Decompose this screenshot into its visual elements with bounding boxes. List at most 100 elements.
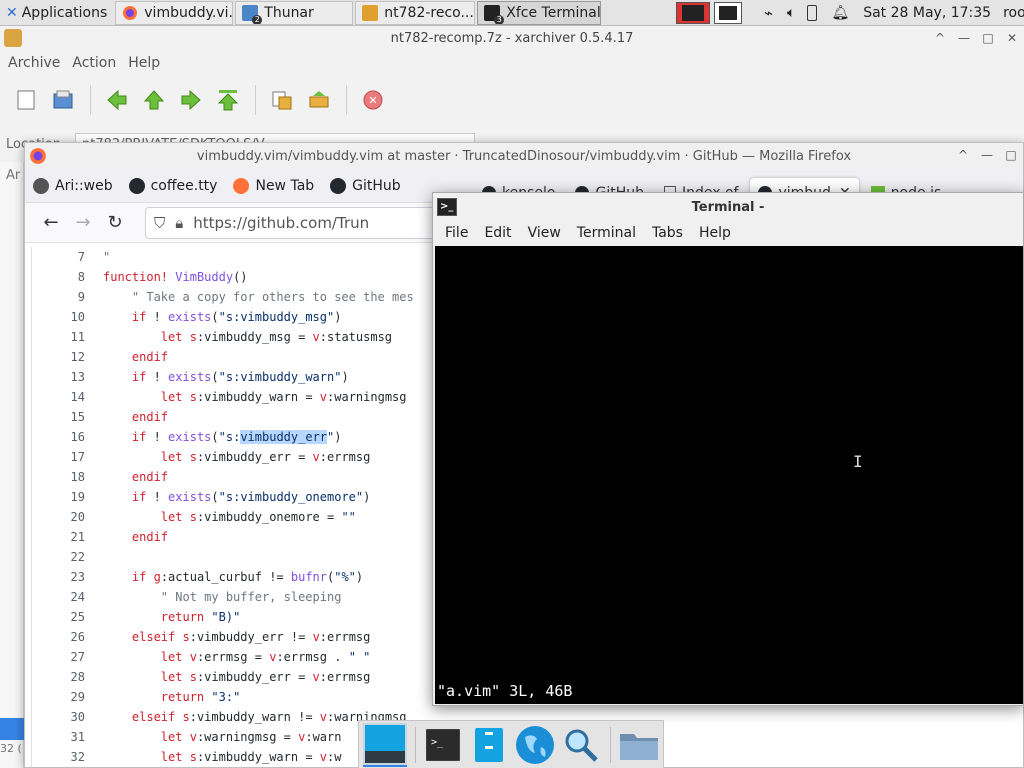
menu-archive[interactable]: Archive xyxy=(2,55,66,71)
line-number[interactable]: 22 xyxy=(25,547,103,567)
line-code: elseif s:vimbuddy_err != v:errmsg xyxy=(131,630,371,644)
file-manager-icon xyxy=(475,727,504,762)
line-number[interactable]: 25 xyxy=(25,607,103,627)
firefox-titlebar[interactable]: vimbuddy.vim/vimbuddy.vim at master · Tr… xyxy=(25,143,1023,169)
close-icon[interactable]: ✕ xyxy=(1000,31,1024,45)
line-number[interactable]: 30 xyxy=(25,707,103,727)
line-number[interactable]: 21 xyxy=(25,527,103,547)
task-firefox[interactable]: vimbuddy.vi... xyxy=(115,0,234,25)
menu-help[interactable]: Help xyxy=(691,225,739,241)
line-code: let s:vimbuddy_msg = v:statusmsg xyxy=(160,330,393,344)
back-button[interactable]: ← xyxy=(35,207,67,239)
new-archive-button[interactable] xyxy=(8,82,44,118)
line-number[interactable]: 23 xyxy=(25,567,103,587)
open-archive-icon xyxy=(53,90,73,109)
network-icon[interactable]: ⌁ xyxy=(764,4,773,22)
menu-view[interactable]: View xyxy=(520,225,569,241)
reload-button[interactable]: ↻ xyxy=(99,207,131,239)
line-number[interactable]: 9 xyxy=(25,287,103,307)
cancel-button[interactable]: ✕ xyxy=(355,82,391,118)
menu-file[interactable]: File xyxy=(437,225,476,241)
menu-action[interactable]: Action xyxy=(66,55,122,71)
line-number[interactable]: 31 xyxy=(25,727,103,747)
line-number[interactable]: 20 xyxy=(25,507,103,527)
menu-help[interactable]: Help xyxy=(122,55,166,71)
up-button[interactable] xyxy=(136,82,172,118)
line-number[interactable]: 8 xyxy=(25,267,103,287)
line-number[interactable]: 26 xyxy=(25,627,103,647)
line-number[interactable]: 14 xyxy=(25,387,103,407)
lock-icon[interactable]: 🔒︎ xyxy=(175,214,183,232)
bookmark-item[interactable]: coffee.tty xyxy=(128,177,218,194)
line-code: let s:vimbuddy_err = v:errmsg xyxy=(160,450,371,464)
task-xarchiver[interactable]: nt782-reco... xyxy=(355,0,476,25)
line-number[interactable]: 11 xyxy=(25,327,103,347)
back-button[interactable] xyxy=(99,82,135,118)
stop-icon: ✕ xyxy=(363,90,383,110)
clock[interactable]: Sat 28 May, 17:35 xyxy=(863,5,991,21)
terminal-tray-icon[interactable] xyxy=(676,2,710,24)
folder-launcher[interactable] xyxy=(617,723,661,767)
line-number[interactable]: 7 xyxy=(25,247,103,267)
selected-tree-item[interactable] xyxy=(0,718,24,740)
app-finder-launcher[interactable] xyxy=(559,723,603,767)
line-number[interactable]: 27 xyxy=(25,647,103,667)
line-number[interactable]: 13 xyxy=(25,367,103,387)
bookmark-item[interactable]: GitHub xyxy=(330,177,401,194)
terminal-launcher[interactable]: >_ xyxy=(422,723,466,767)
menu-tabs[interactable]: Tabs xyxy=(644,225,691,241)
line-number[interactable]: 28 xyxy=(25,667,103,687)
line-number[interactable]: 18 xyxy=(25,467,103,487)
terminal-content[interactable]: I "a.vim" 3L, 46B xyxy=(435,246,1023,704)
line-number[interactable]: 16 xyxy=(25,427,103,447)
add-files-button[interactable] xyxy=(264,82,300,118)
open-archive-button[interactable] xyxy=(45,82,81,118)
task-label: vimbuddy.vi... xyxy=(144,4,234,21)
line-number[interactable]: 15 xyxy=(25,407,103,427)
xarchiver-titlebar[interactable]: nt782-recomp.7z - xarchiver 0.5.4.17 ^ —… xyxy=(0,26,1024,50)
volume-icon[interactable]: 🔈︎ xyxy=(787,5,795,21)
bookmark-item[interactable]: Ari::web xyxy=(33,177,113,194)
line-number[interactable]: 29 xyxy=(25,687,103,707)
terminal-titlebar[interactable]: >_ Terminal - xyxy=(433,193,1023,221)
file-manager-launcher[interactable] xyxy=(467,723,511,767)
shield-icon[interactable]: ⛉ xyxy=(154,214,165,232)
line-number[interactable]: 19 xyxy=(25,487,103,507)
toolbar-separator xyxy=(255,85,256,115)
minimize-icon[interactable]: — xyxy=(952,31,976,45)
line-code: " Not my buffer, sleeping xyxy=(160,590,342,604)
bookmark-item[interactable]: New Tab xyxy=(233,177,314,194)
home-button[interactable] xyxy=(210,82,246,118)
line-number[interactable]: 10 xyxy=(25,307,103,327)
folder-icon: 2 xyxy=(242,4,263,24)
archive-tree-panel: Ar 32 ( xyxy=(0,162,24,768)
menu-edit[interactable]: Edit xyxy=(476,225,519,241)
forward-button[interactable] xyxy=(173,82,209,118)
line-number[interactable]: 24 xyxy=(25,587,103,607)
line-number[interactable]: 32 xyxy=(25,747,103,767)
maximize-icon[interactable]: ^ xyxy=(951,148,975,162)
github-icon xyxy=(128,177,145,194)
line-number[interactable]: 12 xyxy=(25,347,103,367)
terminal-tray-icon-2[interactable] xyxy=(714,2,742,24)
applications-menu-button[interactable]: ✕ Applications xyxy=(0,1,113,25)
battery-icon[interactable] xyxy=(807,5,818,21)
task-thunar[interactable]: 2 Thunar xyxy=(235,0,354,25)
task-terminal[interactable]: 3 Xfce Terminal xyxy=(477,0,602,25)
maximize-icon[interactable]: ^ xyxy=(928,31,952,45)
forward-button[interactable]: → xyxy=(67,207,99,239)
user-name[interactable]: root xyxy=(1003,5,1024,21)
arrow-top-icon xyxy=(217,90,239,111)
line-code: if ! exists("s:vimbuddy_onemore") xyxy=(131,490,371,504)
minimize-icon[interactable]: — xyxy=(975,148,999,162)
web-browser-launcher[interactable] xyxy=(513,723,557,767)
menu-terminal[interactable]: Terminal xyxy=(569,225,644,241)
firefox-icon xyxy=(233,177,250,194)
extract-button[interactable] xyxy=(301,82,337,118)
notification-bell-icon[interactable]: 🔔︎ xyxy=(831,5,849,21)
restore-icon[interactable]: □ xyxy=(976,31,1000,45)
line-number[interactable]: 17 xyxy=(25,447,103,467)
show-desktop-button[interactable] xyxy=(363,722,407,767)
bookmark-label: coffee.tty xyxy=(150,177,218,194)
restore-icon[interactable]: □ xyxy=(999,148,1023,162)
